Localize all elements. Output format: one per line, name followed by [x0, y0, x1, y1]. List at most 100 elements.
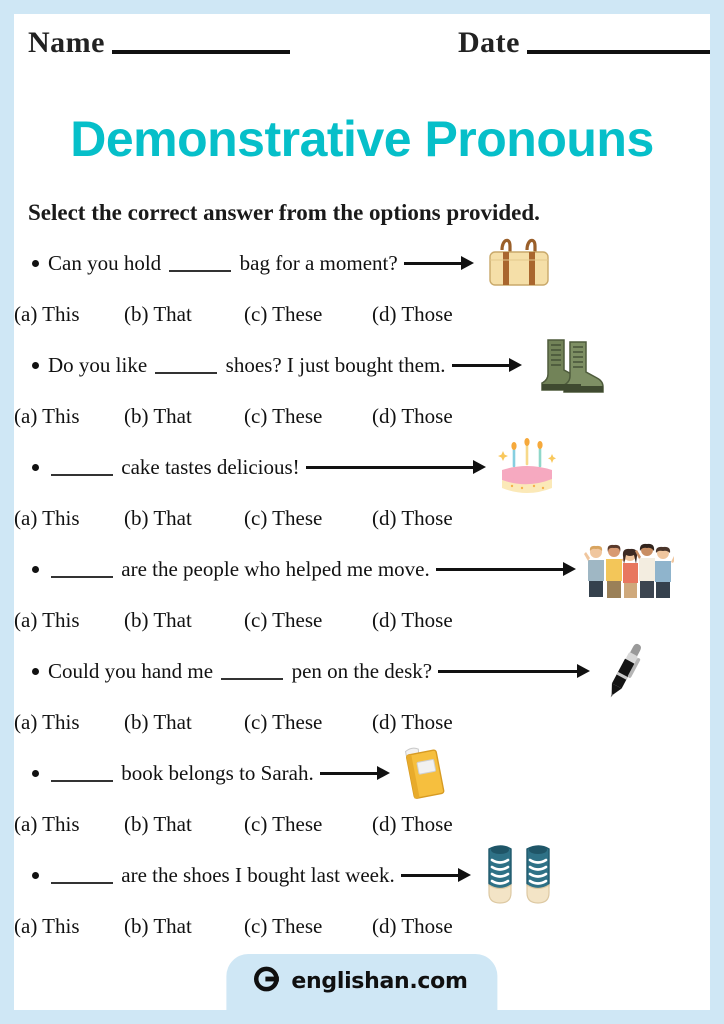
option-choice[interactable]: (c) These	[244, 914, 372, 939]
question-row: Can you hold bag for a moment?	[14, 236, 710, 290]
book-image	[398, 742, 454, 804]
brand-name: englishan.com	[291, 969, 468, 994]
arrow-icon	[435, 562, 576, 576]
handbag-image	[482, 234, 556, 292]
question-sentence: are the people who helped me move.	[48, 557, 430, 582]
arrow-icon	[438, 664, 591, 678]
option-choice[interactable]: (d) Those	[372, 302, 482, 327]
option-choice[interactable]: (d) Those	[372, 812, 482, 837]
options-row: (a) This (b) That (c) These (d) Those	[14, 698, 710, 746]
question-row: cake tastes delicious!	[14, 438, 710, 494]
option-choice[interactable]: (a) This	[14, 608, 124, 633]
option-choice[interactable]: (b) That	[124, 608, 244, 633]
footer-brand-badge[interactable]: englishan.com	[226, 954, 498, 1010]
option-choice[interactable]: (d) Those	[372, 404, 482, 429]
question-row: book belongs to Sarah.	[14, 746, 710, 800]
option-choice[interactable]: (d) Those	[372, 710, 482, 735]
sentence-after-blank: bag for a moment?	[239, 250, 398, 275]
question-block: are the people who helped me move. (a) T…	[14, 542, 710, 644]
name-write-line[interactable]	[111, 50, 290, 54]
bullet-icon	[32, 463, 39, 471]
question-row: Do you like shoes? I just bought them.	[14, 338, 710, 393]
answer-blank[interactable]	[169, 269, 232, 272]
bullet-icon	[32, 769, 39, 777]
question-sentence: book belongs to Sarah.	[48, 761, 314, 786]
answer-blank[interactable]	[221, 677, 284, 680]
option-choice[interactable]: (b) That	[124, 914, 244, 939]
answer-blank[interactable]	[51, 881, 113, 884]
option-choice[interactable]: (b) That	[124, 812, 244, 837]
answer-blank[interactable]	[155, 371, 218, 374]
options-row: (a) This (b) That (c) These (d) Those	[14, 800, 710, 848]
group-of-people-image	[583, 540, 674, 598]
answer-blank[interactable]	[51, 779, 113, 782]
englishan-e-logo-icon	[252, 965, 280, 998]
sentence-after-blank: are the people who helped me move.	[121, 556, 430, 581]
worksheet-page: Name Date Demonstrative Pronouns Select …	[14, 14, 710, 1010]
option-choice[interactable]: (c) These	[244, 710, 372, 735]
option-choice[interactable]: (d) Those	[372, 608, 482, 633]
question-row: Could you hand me pen on the desk?	[14, 643, 710, 698]
arrow-icon	[451, 358, 522, 372]
bullet-icon	[32, 361, 39, 369]
options-row: (a) This (b) That (c) These (d) Those	[14, 290, 710, 338]
arrow-icon	[403, 256, 474, 270]
sentence-after-blank: cake tastes delicious!	[121, 454, 300, 479]
question-sentence: Could you hand me pen on the desk?	[48, 659, 432, 684]
option-choice[interactable]: (c) These	[244, 506, 372, 531]
bullet-icon	[32, 565, 39, 573]
question-sentence: Do you like shoes? I just bought them.	[48, 353, 446, 378]
date-field-group: Date	[458, 26, 710, 60]
bullet-icon	[32, 667, 39, 675]
sentence-after-blank: shoes? I just bought them.	[225, 352, 446, 377]
option-choice[interactable]: (a) This	[14, 914, 124, 939]
sentence-before-blank: Could you hand me	[48, 658, 214, 683]
option-choice[interactable]: (a) This	[14, 812, 124, 837]
option-choice[interactable]: (d) Those	[372, 506, 482, 531]
options-row: (a) This (b) That (c) These (d) Those	[14, 902, 710, 950]
bullet-icon	[32, 871, 39, 879]
question-block: book belongs to Sarah. (a) This (b) That(…	[14, 746, 710, 848]
question-sentence: are the shoes I bought last week.	[48, 863, 395, 888]
option-choice[interactable]: (b) That	[124, 404, 244, 429]
birthday-cake-image	[494, 436, 560, 498]
question-block: are the shoes I bought last week. (a) Th…	[14, 845, 710, 950]
option-choice[interactable]: (d) Those	[372, 914, 482, 939]
question-block: Could you hand me pen on the desk? (a) T…	[14, 643, 710, 746]
option-choice[interactable]: (c) These	[244, 812, 372, 837]
options-row: (a) This (b) That (c) These (d) Those	[14, 392, 710, 440]
date-write-line[interactable]	[526, 50, 710, 54]
name-field-group: Name	[28, 26, 290, 60]
sentence-after-blank: book belongs to Sarah.	[121, 760, 314, 785]
option-choice[interactable]: (c) These	[244, 302, 372, 327]
options-row: (a) This (b) That (c) These (d) Those	[14, 596, 710, 644]
question-sentence: Can you hold bag for a moment?	[48, 251, 398, 276]
option-choice[interactable]: (a) This	[14, 710, 124, 735]
bullet-icon	[32, 259, 39, 267]
answer-blank[interactable]	[51, 473, 113, 476]
question-row: are the people who helped me move.	[14, 540, 710, 598]
option-choice[interactable]: (b) That	[124, 506, 244, 531]
option-choice[interactable]: (a) This	[14, 404, 124, 429]
option-choice[interactable]: (a) This	[14, 302, 124, 327]
option-choice[interactable]: (b) That	[124, 302, 244, 327]
instruction-text: Select the correct answer from the optio…	[28, 200, 540, 225]
question-list: Can you hold bag for a moment? (a) This(…	[14, 236, 710, 950]
question-block: Do you like shoes? I just bought them. (…	[14, 338, 710, 440]
option-choice[interactable]: (c) These	[244, 404, 372, 429]
option-choice[interactable]: (b) That	[124, 710, 244, 735]
question-row: are the shoes I bought last week.	[14, 845, 710, 904]
question-sentence: cake tastes delicious!	[48, 455, 300, 480]
name-label: Name	[28, 26, 105, 59]
name-date-header: Name Date	[28, 26, 710, 72]
sentence-after-blank: are the shoes I bought last week.	[121, 862, 395, 887]
options-row: (a) This (b) That (c) These (d) Those	[14, 494, 710, 542]
option-choice[interactable]: (a) This	[14, 506, 124, 531]
option-choice[interactable]: (c) These	[244, 608, 372, 633]
arrow-icon	[319, 766, 390, 780]
page-title: Demonstrative Pronouns	[70, 111, 654, 167]
date-label: Date	[458, 26, 520, 59]
answer-blank[interactable]	[51, 575, 113, 578]
pen-image	[598, 638, 656, 704]
sentence-before-blank: Do you like	[48, 352, 148, 377]
